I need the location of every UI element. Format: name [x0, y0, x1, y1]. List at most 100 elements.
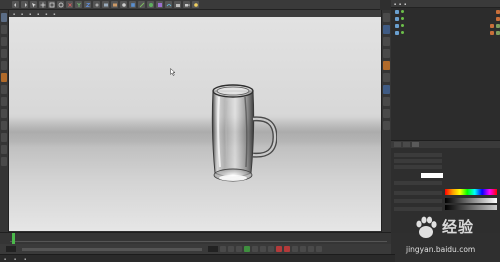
next-frame-icon[interactable]: [252, 246, 258, 252]
material-tag-icon[interactable]: [496, 16, 500, 21]
axis-mode-icon[interactable]: [1, 73, 7, 82]
perspective-viewport[interactable]: [9, 17, 381, 231]
frame-range-slider[interactable]: [22, 247, 202, 251]
play-icon[interactable]: [244, 246, 250, 252]
tweak-mode-icon[interactable]: [1, 85, 7, 94]
material-tag-icon[interactable]: [490, 23, 494, 28]
visibility-dot-icon[interactable]: [401, 31, 404, 34]
previous-key-icon[interactable]: [228, 246, 234, 252]
visibility-dot-icon[interactable]: [401, 24, 404, 27]
history-tab-icon[interactable]: [383, 121, 390, 130]
scale-icon[interactable]: [48, 1, 55, 8]
solo-icon[interactable]: [1, 133, 7, 142]
brightness-slider[interactable]: [445, 205, 497, 210]
viewport-menu-item[interactable]: ▪: [37, 12, 39, 16]
cube-icon[interactable]: [129, 1, 136, 8]
color-swatch[interactable]: [421, 173, 443, 178]
light-icon[interactable]: [192, 1, 199, 8]
viewport-menu-item[interactable]: ▪: [45, 12, 47, 16]
attribute-row[interactable]: [394, 153, 442, 157]
menu-item[interactable]: ▪: [24, 257, 26, 261]
file-icon[interactable]: [383, 13, 390, 22]
object-row[interactable]: [391, 29, 500, 36]
viewport-menu-item[interactable]: ▪: [13, 12, 15, 16]
attribute-row[interactable]: [394, 199, 442, 203]
attr-tab[interactable]: [394, 142, 401, 147]
workplane-icon[interactable]: [1, 109, 7, 118]
go-to-end-icon[interactable]: [268, 246, 274, 252]
hue-spectrum-bar[interactable]: [445, 189, 497, 195]
grid-icon[interactable]: [1, 145, 7, 154]
playhead-marker[interactable]: [12, 233, 15, 244]
menu-item[interactable]: ▪: [399, 2, 401, 6]
timeline-ruler[interactable]: [10, 235, 387, 242]
render-picture-viewer-icon[interactable]: [111, 1, 118, 8]
viewport-menu-item[interactable]: ▪: [21, 12, 23, 16]
visibility-dot-icon[interactable]: [401, 17, 404, 20]
object-row[interactable]: [391, 15, 500, 22]
menu-item[interactable]: ▪: [14, 257, 16, 261]
attribute-row[interactable]: [394, 207, 442, 211]
attr-tab[interactable]: [402, 142, 410, 147]
z-axis-icon[interactable]: [84, 1, 91, 8]
objects-tab-icon[interactable]: [383, 25, 390, 34]
subdivision-icon[interactable]: [147, 1, 154, 8]
structure-tab-icon[interactable]: [383, 61, 390, 70]
model-mode-icon[interactable]: [1, 13, 7, 22]
attribute-row[interactable]: [394, 165, 442, 169]
attribute-row[interactable]: [394, 191, 442, 195]
edges-mode-icon[interactable]: [1, 49, 7, 58]
rotate-icon[interactable]: [57, 1, 64, 8]
start-frame-field[interactable]: [6, 246, 16, 252]
menu-item[interactable]: ▪: [4, 257, 6, 261]
content-browser-icon[interactable]: [383, 49, 390, 58]
go-to-start-icon[interactable]: [220, 246, 226, 252]
menu-item[interactable]: ▪: [394, 2, 396, 6]
end-frame-field[interactable]: [208, 246, 218, 252]
points-mode-icon[interactable]: [1, 37, 7, 46]
attribute-row[interactable]: [394, 159, 442, 163]
rotation-key-icon[interactable]: [316, 246, 322, 252]
array-icon[interactable]: [156, 1, 163, 8]
attributes-tab-icon[interactable]: [383, 85, 390, 94]
phong-tag-icon[interactable]: [496, 23, 500, 28]
attribute-row[interactable]: [394, 181, 442, 185]
y-axis-icon[interactable]: [75, 1, 82, 8]
keyframe-selection-icon[interactable]: [292, 246, 298, 252]
x-axis-icon[interactable]: [66, 1, 73, 8]
phong-tag-icon[interactable]: [496, 30, 500, 35]
material-tag-icon[interactable]: [496, 9, 500, 14]
scene-icon[interactable]: [174, 1, 181, 8]
redo-icon[interactable]: [21, 1, 28, 8]
visibility-dot-icon[interactable]: [401, 10, 404, 13]
render-settings-icon[interactable]: [120, 1, 127, 8]
camera-icon[interactable]: [183, 1, 190, 8]
coordinate-system-icon[interactable]: [93, 1, 100, 8]
layer-icon[interactable]: [1, 157, 7, 166]
material-tag-icon[interactable]: [490, 30, 494, 35]
coordinates-tab-icon[interactable]: [383, 109, 390, 118]
texture-mode-icon[interactable]: [1, 25, 7, 34]
deformer-icon[interactable]: [165, 1, 172, 8]
takes-tab-icon[interactable]: [383, 37, 390, 46]
autokey-icon[interactable]: [284, 246, 290, 252]
attr-tab-active[interactable]: [411, 142, 419, 147]
pen-icon[interactable]: [138, 1, 145, 8]
material-tab-icon[interactable]: [383, 97, 390, 106]
render-view-icon[interactable]: [102, 1, 109, 8]
layers-tab-icon[interactable]: [383, 73, 390, 82]
object-row[interactable]: [391, 22, 500, 29]
previous-frame-icon[interactable]: [236, 246, 242, 252]
record-icon[interactable]: [276, 246, 282, 252]
lock-icon[interactable]: [1, 121, 7, 130]
select-icon[interactable]: [30, 1, 37, 8]
polygons-mode-icon[interactable]: [1, 61, 7, 70]
viewport-menu-item[interactable]: ▪: [29, 12, 31, 16]
scale-key-icon[interactable]: [308, 246, 314, 252]
position-key-icon[interactable]: [300, 246, 306, 252]
next-key-icon[interactable]: [260, 246, 266, 252]
undo-icon[interactable]: [12, 1, 19, 8]
object-row[interactable]: [391, 8, 500, 15]
saturation-slider[interactable]: [445, 198, 497, 203]
snap-icon[interactable]: [1, 97, 7, 106]
